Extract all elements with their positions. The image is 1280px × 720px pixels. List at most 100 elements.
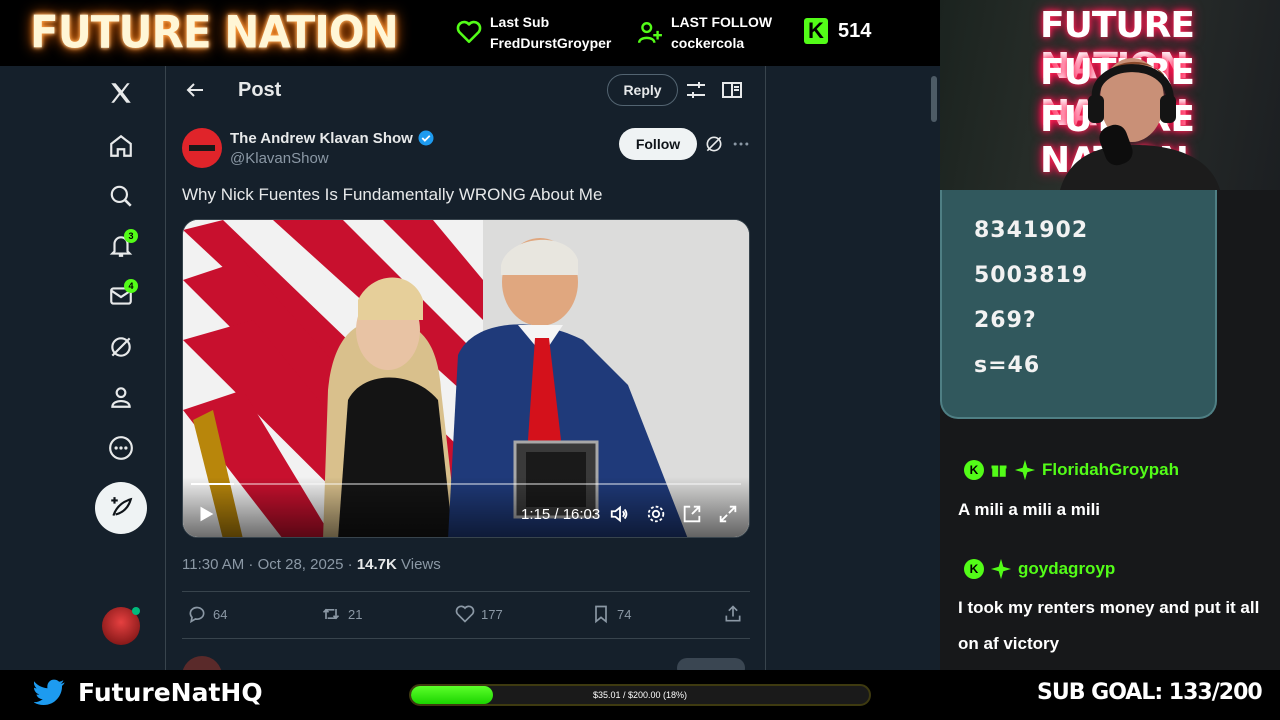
repost-action[interactable]: 21	[320, 604, 362, 624]
twitter-bird-icon	[34, 679, 65, 705]
notes-card: 8341902 5003819 269? s=46	[940, 190, 1217, 419]
webcam-feed: FUTURE NATION FUTURE NATION FUTURE NATIO…	[940, 0, 1280, 190]
author-handle[interactable]: @KlavanShow	[230, 150, 329, 167]
kick-logo-icon: K	[804, 18, 828, 44]
streamer-silhouette	[1060, 58, 1220, 190]
back-arrow-icon[interactable]	[183, 78, 207, 102]
x-logo-icon[interactable]	[102, 74, 140, 112]
author-avatar[interactable]	[182, 128, 222, 168]
follow-button[interactable]: Follow	[619, 128, 697, 160]
divider	[182, 638, 750, 639]
donation-goal-bar: $35.01 / $200.00 (18%)	[409, 684, 871, 706]
like-count: 177	[481, 606, 503, 622]
kick-viewer-count: K 514	[804, 18, 871, 44]
like-heart-icon	[455, 605, 475, 623]
messages-badge: 4	[124, 279, 138, 293]
stream-side-panel: 8341902 5003819 269? s=46 K FloridahGroy…	[940, 190, 1280, 670]
settings-gear-icon[interactable]	[645, 503, 667, 525]
views-count: 14.7K	[356, 556, 397, 573]
twitter-handle-text: FutureNatHQ	[78, 678, 263, 707]
share-icon	[725, 605, 741, 622]
reply-icon	[189, 606, 205, 624]
play-icon[interactable]	[195, 503, 217, 525]
donation-goal-text: $35.01 / $200.00 (18%)	[592, 690, 688, 700]
stream-top-bar: FUTURE NATION Last Sub FredDurstGroyper …	[0, 0, 940, 66]
chat-message: I took my renters money and put it all o…	[958, 598, 1260, 653]
last-follow-alert: LAST FOLLOW cockercola	[637, 12, 772, 54]
chat-username[interactable]: FloridahGroypah	[1042, 460, 1179, 480]
post-text: Why Nick Fuentes Is Fundamentally WRONG …	[182, 185, 603, 204]
gift-icon	[991, 465, 1007, 477]
grok-explain-icon[interactable]	[704, 134, 724, 154]
kick-badge-icon: K	[964, 460, 984, 480]
last-sub-label: Last Sub	[490, 14, 550, 30]
heart-icon	[456, 20, 482, 44]
page-scrollbar[interactable]	[928, 66, 940, 670]
stream-bottom-bar: FutureNatHQ $35.01 / $200.00 (18%) SUB G…	[0, 670, 1280, 720]
bookmark-icon	[595, 605, 607, 624]
post-meta: 11:30 AM · Oct 28, 2025 · 14.7K Views	[182, 556, 441, 573]
x-app-window: 3 4 Post Reply The Andrew Klavan Show @K…	[0, 66, 940, 670]
chat-username-row: K goydagroyp	[964, 558, 1115, 580]
chat-username[interactable]: goydagroyp	[1018, 559, 1115, 579]
chat-username-row: K FloridahGroypah	[964, 459, 1179, 481]
grok-icon[interactable]	[102, 328, 140, 366]
post-detail-column: Post Reply The Andrew Klavan Show @Klava…	[167, 66, 766, 670]
page-title: Post	[238, 79, 282, 101]
views-label: Views	[396, 556, 441, 573]
repost-icon	[322, 608, 340, 620]
verified-badge-icon	[418, 130, 434, 146]
more-icon[interactable]	[102, 429, 140, 467]
notifications-icon[interactable]: 3	[102, 227, 140, 265]
video-player[interactable]: 1:15 / 16:03	[182, 219, 750, 538]
sparkle-badge-icon	[1014, 459, 1036, 481]
reply-action[interactable]: 64	[187, 604, 227, 624]
notifications-badge: 3	[124, 229, 138, 243]
messages-icon[interactable]: 4	[102, 277, 140, 315]
kick-badge-icon: K	[964, 559, 984, 579]
note-line: 8341902	[974, 218, 1089, 243]
brand-logo-text: FUTURE NATION	[30, 6, 399, 59]
compose-post-button[interactable]	[95, 482, 147, 534]
home-icon[interactable]	[102, 127, 140, 165]
reply-count: 64	[213, 606, 228, 622]
last-follow-name: cockercola	[671, 35, 745, 51]
like-action[interactable]: 177	[455, 604, 503, 624]
search-icon[interactable]	[102, 177, 140, 215]
add-user-icon	[637, 22, 662, 44]
twitter-handle: FutureNatHQ	[34, 678, 263, 707]
share-action[interactable]	[723, 604, 743, 624]
author-name[interactable]: The Andrew Klavan Show	[230, 130, 413, 147]
bookmark-action[interactable]: 74	[591, 604, 631, 624]
note-line: 5003819	[974, 263, 1089, 288]
online-status-dot	[132, 607, 140, 615]
sub-goal-text: SUB GOAL: 133/200	[1037, 680, 1263, 705]
left-navigation: 3 4	[0, 66, 166, 670]
video-progress-fill	[191, 483, 234, 485]
post-timestamp[interactable]: 11:30 AM · Oct 28, 2025 ·	[182, 556, 357, 573]
scroll-thumb[interactable]	[931, 76, 937, 122]
author-name-row[interactable]: The Andrew Klavan Show	[230, 129, 435, 147]
partial-reply-button[interactable]	[677, 658, 745, 670]
last-sub-name: FredDurstGroyper	[490, 35, 612, 51]
fullscreen-icon[interactable]	[717, 503, 739, 525]
reply-button[interactable]: Reply	[607, 74, 678, 106]
note-line: 269?	[974, 308, 1037, 333]
sparkle-badge-icon	[990, 558, 1012, 580]
picture-in-picture-icon[interactable]	[681, 503, 703, 525]
video-progress-bar[interactable]	[191, 483, 741, 485]
viewer-count: 514	[838, 19, 872, 42]
divider	[182, 591, 750, 592]
last-sub-alert: Last Sub FredDurstGroyper	[456, 12, 611, 54]
reader-view-icon[interactable]	[720, 78, 744, 102]
last-follow-label: LAST FOLLOW	[671, 14, 773, 30]
reply-avatar[interactable]	[182, 656, 222, 670]
profile-icon[interactable]	[102, 378, 140, 416]
volume-icon[interactable]	[609, 503, 631, 525]
note-line: s=46	[974, 353, 1041, 378]
more-options-icon[interactable]	[731, 134, 751, 154]
sliders-icon[interactable]	[684, 78, 708, 102]
video-time: 1:15 / 16:03	[521, 506, 601, 523]
chat-message: A mili a mili a mili	[958, 500, 1101, 519]
feather-plus-icon	[111, 497, 133, 516]
